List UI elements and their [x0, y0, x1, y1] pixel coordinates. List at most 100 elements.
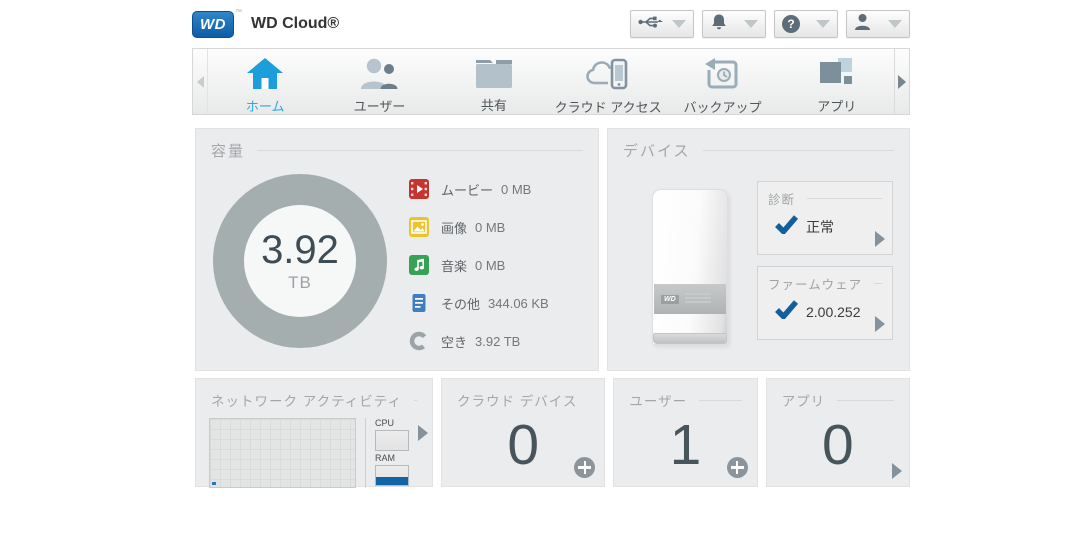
- cpu-meter: [375, 430, 409, 451]
- nav-items: ホーム ユーザー 共有 クラウド アクセス バックアップ アプリ: [208, 49, 894, 115]
- device-title: デバイス: [623, 143, 691, 160]
- apps-icon: [819, 58, 854, 89]
- legend-value: 0 MB: [475, 257, 506, 273]
- document-icon: [409, 293, 429, 313]
- device-front-label: WD: [654, 284, 726, 314]
- usb-dropdown-button[interactable]: [630, 10, 694, 38]
- alerts-dropdown-button[interactable]: [702, 10, 766, 38]
- wd-cloud-dashboard: WD ™ WD Cloud® ? ホーム ユーザー 共有 クラウド アクセス バ…: [0, 0, 1080, 543]
- cpu-label: CPU: [375, 418, 395, 428]
- legend-item-free: 空き 3.92 TB: [409, 331, 549, 351]
- cloud-access-icon: [586, 58, 630, 90]
- capacity-unit: TB: [288, 272, 312, 292]
- network-activity-panel: ネットワーク アクティビティ CPU RAM: [195, 378, 433, 488]
- help-icon: ?: [782, 15, 800, 33]
- ram-label: RAM: [375, 453, 395, 463]
- nav-item-apps[interactable]: アプリ: [780, 49, 894, 114]
- diagnosis-box: 診断 正常: [757, 181, 893, 255]
- main-content: 容量 3.92 TB ムービー 0 MB 画像 0 MB 音楽 0 MB その他…: [195, 128, 911, 488]
- legend-label: ムービー: [441, 182, 494, 198]
- nav-label: ホーム: [245, 99, 285, 114]
- check-icon: [775, 300, 799, 324]
- title-rule: [413, 399, 417, 401]
- donut-center: 3.92 TB: [244, 205, 356, 317]
- device-image: WD: [652, 189, 738, 345]
- user-icon: [854, 13, 871, 36]
- app-title: WD Cloud®: [251, 15, 340, 32]
- nav-item-shares[interactable]: 共有: [437, 49, 551, 114]
- firmware-box: ファームウェア 2.00.252: [757, 266, 893, 340]
- header-buttons: ?: [630, 10, 910, 38]
- nav-label: 共有: [480, 98, 507, 113]
- check-icon: [775, 215, 799, 239]
- apps-count: 0: [822, 413, 854, 477]
- backup-icon: [705, 58, 739, 90]
- title-rule: [837, 399, 895, 401]
- dropdown-caret: [744, 20, 758, 28]
- music-icon: [409, 255, 429, 275]
- network-activity-chart: [209, 418, 356, 488]
- diagnosis-detail-arrow[interactable]: [875, 231, 885, 247]
- capacity-legend: ムービー 0 MB 画像 0 MB 音楽 0 MB その他 344.06 KB …: [409, 179, 549, 351]
- nav-label: クラウド アクセス: [554, 100, 662, 115]
- help-dropdown-button[interactable]: ?: [774, 10, 838, 38]
- apps-detail-arrow[interactable]: [892, 463, 903, 479]
- cloud-devices-panel: クラウド デバイス 0: [441, 378, 606, 487]
- device-base: [653, 333, 727, 344]
- legend-label: 空き: [441, 334, 468, 350]
- legend-item-other: その他 344.06 KB: [409, 293, 549, 313]
- apps-title: アプリ: [781, 394, 826, 409]
- nav-item-home[interactable]: ホーム: [208, 49, 322, 114]
- device-wd-logo: WD: [661, 294, 679, 304]
- nav-scroll-right[interactable]: [894, 49, 909, 114]
- add-user-button[interactable]: [726, 457, 748, 478]
- network-detail-arrow[interactable]: [418, 424, 428, 441]
- movie-icon: [409, 179, 429, 199]
- logo-trademark: ™: [235, 9, 242, 16]
- legend-value: 344.06 KB: [488, 295, 549, 311]
- firmware-detail-arrow[interactable]: [875, 316, 885, 332]
- firmware-title: ファームウェア: [768, 278, 863, 292]
- cloud-devices-title: クラウド デバイス: [457, 394, 578, 409]
- title-rule: [699, 399, 742, 401]
- firmware-version: 2.00.252: [806, 304, 861, 320]
- users-panel: ユーザー 1: [613, 378, 758, 487]
- header: WD ™ WD Cloud® ?: [192, 9, 910, 39]
- legend-item-images: 画像 0 MB: [409, 217, 549, 237]
- usb-icon: [638, 15, 663, 34]
- diagnosis-title: 診断: [768, 193, 796, 207]
- nav-item-cloud-access[interactable]: クラウド アクセス: [551, 49, 665, 115]
- legend-item-movies: ムービー 0 MB: [409, 179, 549, 199]
- bell-icon: [710, 13, 728, 36]
- nav-item-users[interactable]: ユーザー: [322, 49, 436, 114]
- users-icon: [360, 58, 398, 89]
- legend-value: 0 MB: [475, 219, 506, 235]
- diagnosis-status: 正常: [806, 219, 834, 235]
- apps-panel: アプリ 0: [765, 378, 911, 487]
- add-cloud-device-button[interactable]: [574, 457, 596, 478]
- nav-label: アプリ: [817, 99, 857, 114]
- shares-icon: [475, 58, 512, 88]
- user-dropdown-button[interactable]: [846, 10, 910, 38]
- users-title: ユーザー: [629, 394, 688, 409]
- legend-item-music: 音楽 0 MB: [409, 255, 549, 275]
- nav-label: ユーザー: [353, 99, 406, 114]
- dropdown-caret: [888, 20, 902, 28]
- ram-meter: [375, 465, 409, 486]
- capacity-donut-chart: 3.92 TB: [213, 174, 387, 348]
- chevron-right-icon: [898, 74, 906, 89]
- device-body: WD: [652, 189, 728, 345]
- wd-logo: WD: [192, 10, 234, 38]
- title-rule: [874, 283, 882, 284]
- device-panel: デバイス WD 診断 正常 ファームウェア 2.00.252: [607, 128, 910, 371]
- image-icon: [409, 217, 429, 237]
- nav-scroll-left[interactable]: [193, 49, 208, 114]
- dropdown-caret: [672, 20, 686, 28]
- legend-value: 3.92 TB: [475, 333, 521, 349]
- free-space-icon: [409, 331, 429, 351]
- legend-label: その他: [441, 296, 481, 312]
- device-label-lines: [684, 293, 711, 305]
- nav-item-backup[interactable]: バックアップ: [665, 49, 779, 115]
- capacity-value: 3.92: [261, 227, 339, 272]
- legend-label: 音楽: [441, 258, 468, 274]
